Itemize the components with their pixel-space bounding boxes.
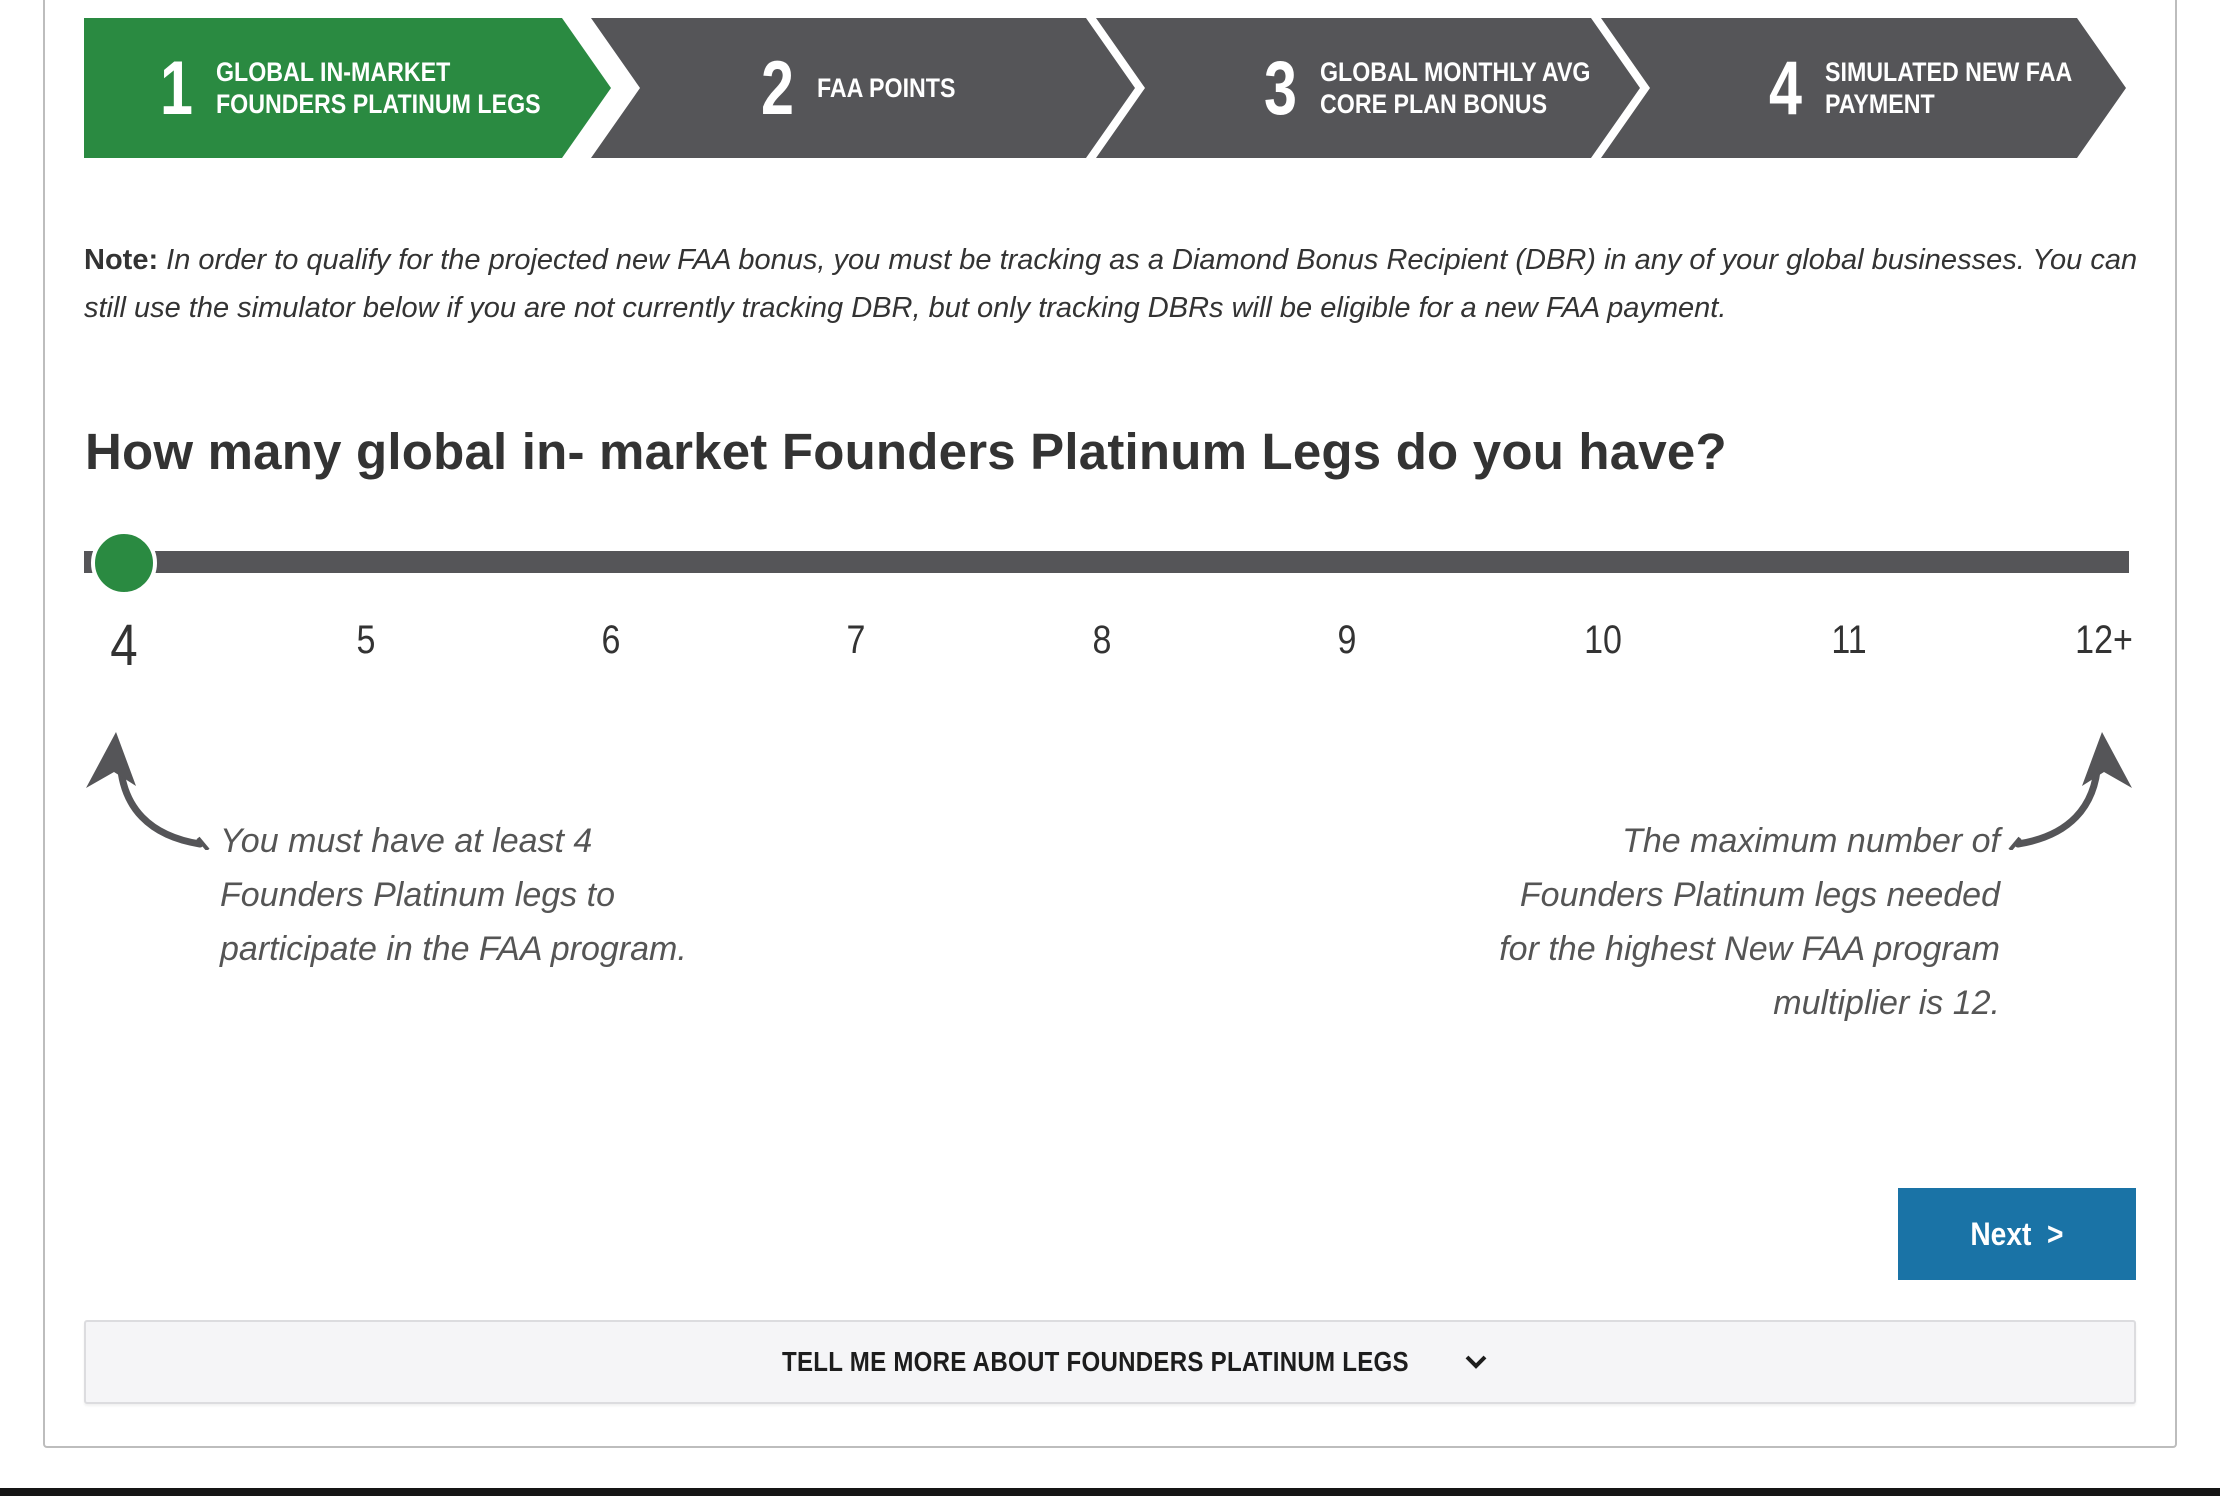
step-2-tab[interactable]: 2 FAA POINTS [591,18,1135,158]
step-number: 3 [1264,45,1297,131]
window-bottom-edge [0,1488,2220,1496]
note-text: In order to qualify for the projected ne… [84,244,2138,324]
step-4-tab[interactable]: 4 SIMULATED NEW FAA PAYMENT [1601,18,2126,158]
question-heading: How many global in- market Founders Plat… [85,423,1727,480]
maximum-legs-hint: The maximum number of Founders Platinum … [1499,822,2000,1022]
slider-track[interactable] [84,551,2129,573]
more-info-toggle[interactable]: TELL ME MORE ABOUT FOUNDERS PLATINUM LEG… [84,1320,2136,1404]
next-button-label: Next > [1970,1215,2064,1252]
slider-tick-7[interactable]: 7 [847,618,866,663]
step-3-tab[interactable]: 3 GLOBAL MONTHLY AVG CORE PLAN BONUS [1096,18,1640,158]
eligibility-note: Note: In order to qualify for the projec… [84,236,2144,332]
simulator-card [43,0,2177,1448]
slider-tick-4[interactable]: 4 [110,612,137,679]
step-label: GLOBAL MONTHLY AVG CORE PLAN BONUS [1320,57,1591,119]
step-1-tab[interactable]: 1 GLOBAL IN-MARKET FOUNDERS PLATINUM LEG… [84,18,611,158]
slider-tick-9[interactable]: 9 [1338,618,1357,663]
slider-tick-10[interactable]: 10 [1584,618,1622,663]
slider-tick-5[interactable]: 5 [357,618,376,663]
step-number: 2 [761,45,794,131]
minimum-legs-hint: You must have at least 4 Founders Platin… [220,822,687,968]
slider-tick-8[interactable]: 8 [1093,618,1112,663]
step-number: 4 [1769,45,1802,131]
step-label: SIMULATED NEW FAA PAYMENT [1825,57,2073,119]
note-label: Note: [84,244,159,276]
next-button[interactable]: Next > [1898,1188,2136,1280]
slider-thumb[interactable] [91,530,157,596]
curved-arrow-right-icon [2008,732,2132,850]
more-info-label: TELL ME MORE ABOUT FOUNDERS PLATINUM LEG… [781,1346,1409,1377]
slider-tick-11[interactable]: 11 [1831,618,1866,663]
progress-stepper: 1 GLOBAL IN-MARKET FOUNDERS PLATINUM LEG… [84,18,2126,158]
slider-tick-12-plus[interactable]: 12+ [2075,618,2133,663]
slider-tick-6[interactable]: 6 [602,618,621,663]
chevron-down-icon [1463,1352,1489,1372]
step-label: GLOBAL IN-MARKET FOUNDERS PLATINUM LEGS [216,57,541,119]
step-number: 1 [160,45,193,131]
curved-arrow-left-icon [86,732,210,850]
step-label: FAA POINTS [817,73,956,103]
